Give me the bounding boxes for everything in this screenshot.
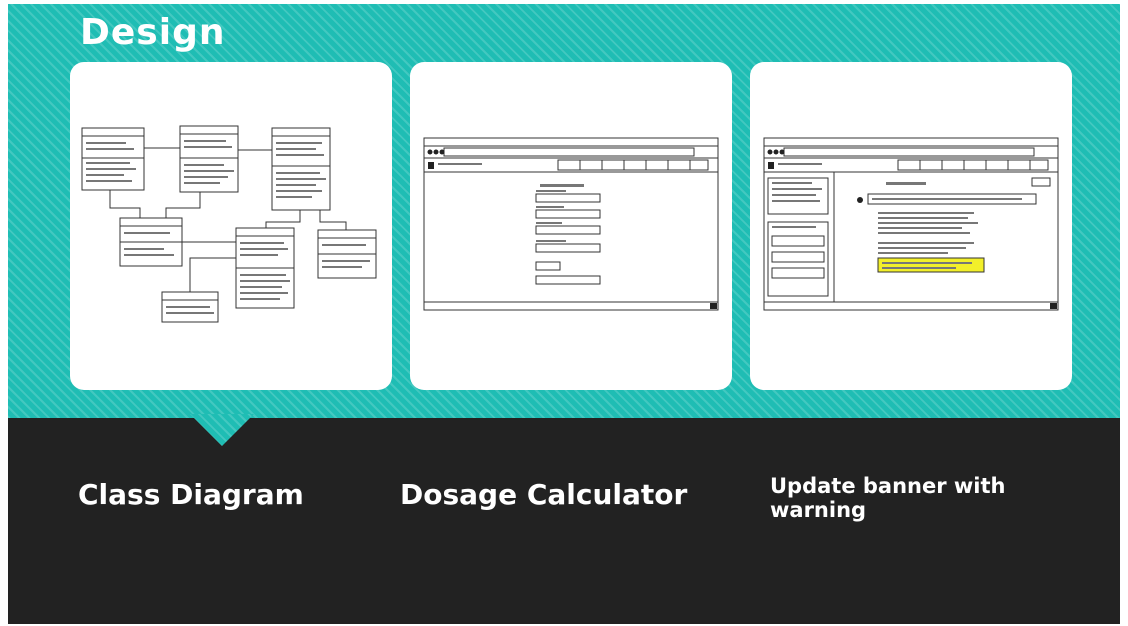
- class-diagram-card[interactable]: [70, 62, 392, 390]
- slide: Design Class Diagram Dosage Calculator U…: [8, 4, 1120, 624]
- selection-pointer: [190, 414, 254, 446]
- slide-title: Design: [80, 12, 226, 53]
- class-diagram-caption: Class Diagram: [78, 478, 304, 511]
- dosage-calculator-caption: Dosage Calculator: [400, 478, 688, 511]
- update-banner-card[interactable]: [750, 62, 1072, 390]
- update-banner-thumbnail: [763, 137, 1059, 311]
- update-banner-caption: Update banner with warning: [770, 474, 1006, 522]
- class-diagram-thumbnail: [81, 125, 377, 323]
- dosage-calculator-thumbnail: [423, 137, 719, 311]
- dosage-calculator-card[interactable]: [410, 62, 732, 390]
